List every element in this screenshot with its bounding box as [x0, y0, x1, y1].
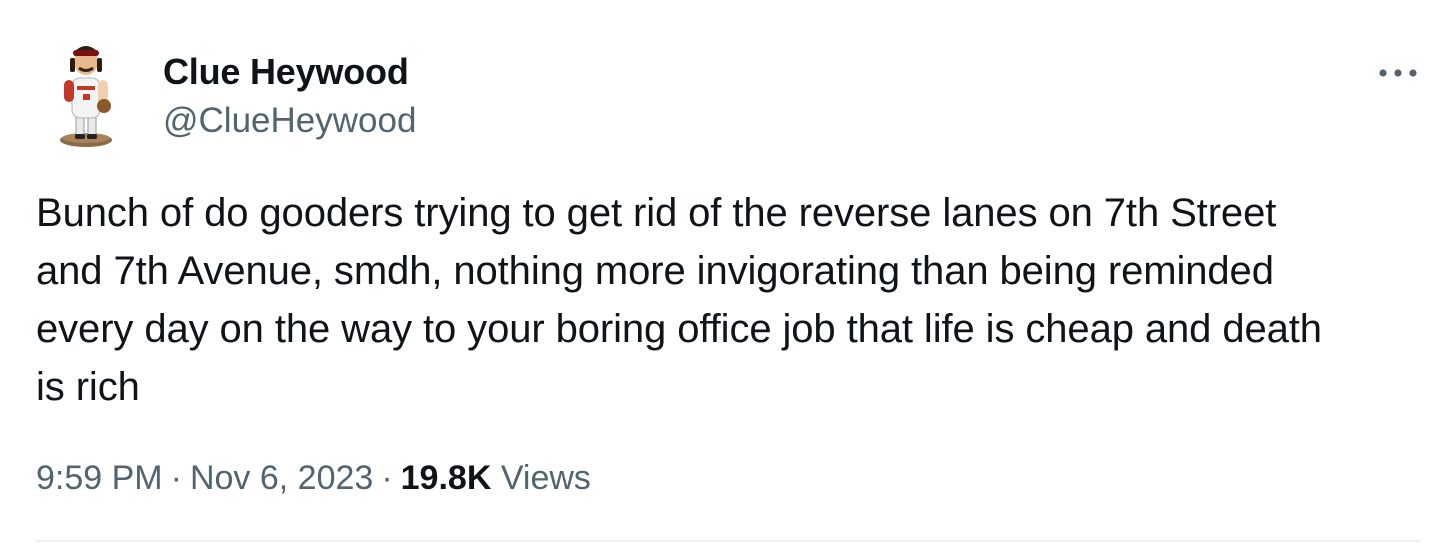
tweet-time: 9:59 PM [36, 459, 163, 497]
tweet-meta: 9:59 PM · Nov 6, 2023 · 19.8K Views [36, 456, 591, 500]
meta-separator: · [381, 459, 393, 497]
tweet-time-link[interactable]: 9:59 PM · Nov 6, 2023 [36, 459, 373, 497]
divider [36, 540, 1420, 542]
tweet-date: Nov 6, 2023 [189, 459, 374, 497]
views-count: 19.8K [400, 459, 492, 497]
tweet-card: Clue Heywood @ClueHeywood Bunch of do go… [0, 0, 1456, 545]
author-avatar[interactable] [36, 40, 140, 150]
bobblehead-avatar-icon [60, 46, 112, 147]
author-handle[interactable]: @ClueHeywood [163, 101, 416, 141]
meta-separator: · [170, 459, 182, 497]
author-display-name[interactable]: Clue Heywood [163, 51, 409, 93]
more-options-button[interactable] [1376, 58, 1420, 88]
tweet-text: Bunch of do gooders trying to get rid of… [36, 191, 1322, 409]
views-label: Views [500, 459, 591, 497]
more-dots-icon [1379, 69, 1417, 77]
